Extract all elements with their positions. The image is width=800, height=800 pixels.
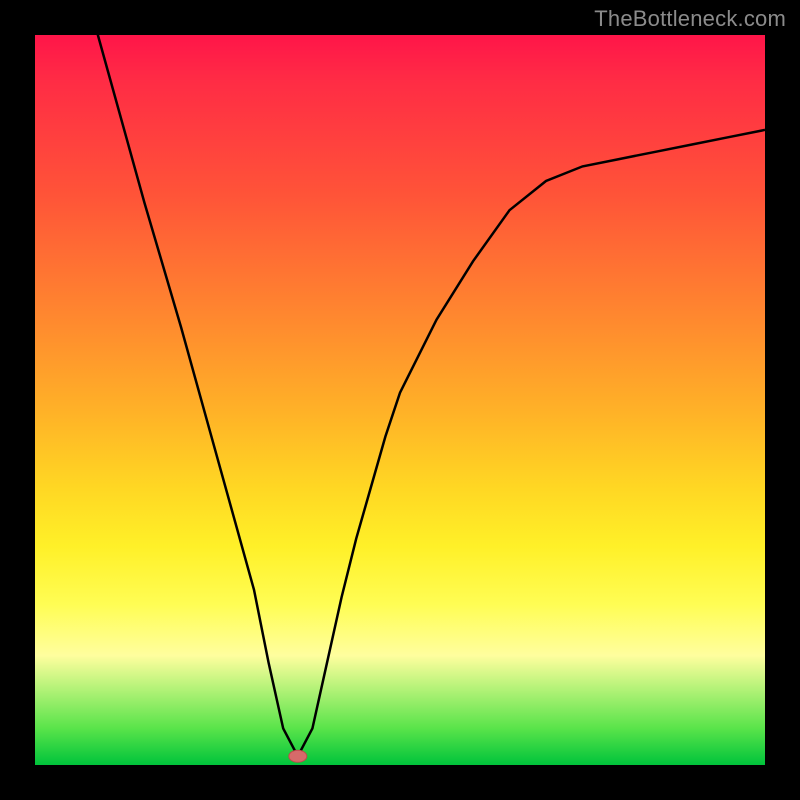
minimum-marker — [289, 750, 307, 762]
bottleneck-curve — [35, 35, 765, 756]
curve-svg — [35, 35, 765, 765]
plot-area — [35, 35, 765, 765]
chart-container: TheBottleneck.com — [0, 0, 800, 800]
watermark-text: TheBottleneck.com — [594, 6, 786, 32]
